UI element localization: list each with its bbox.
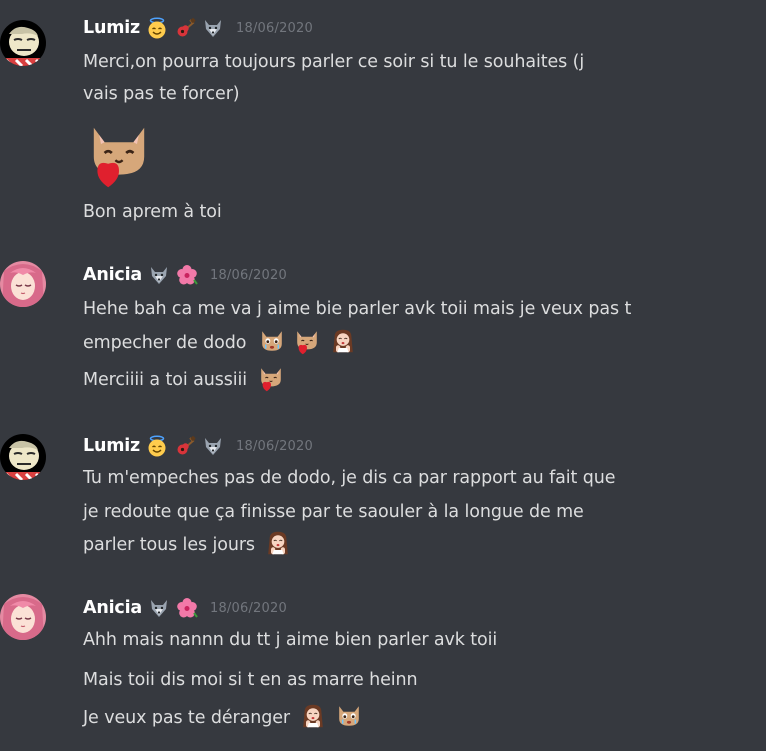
avatar[interactable] [0,594,46,640]
message-text-with-emoji: Je veux pas te déranger [83,702,363,734]
message-group: Lumiz 18/06/2020 Tu m'empeches pas de do… [0,420,766,570]
message-header: Lumiz 18/06/2020 [83,433,313,459]
message-group: Anicia 18/06/2020 Hehe bah ca me va j ai… [0,255,766,405]
message-text: Je veux pas te déranger [83,708,290,728]
message-text: Merciiii a toi aussiii [83,370,248,390]
avatar-image [0,594,46,640]
username[interactable]: Lumiz [83,436,140,456]
girl-shy-emoji-icon[interactable] [299,702,327,730]
message-text-with-emoji: Merciiii a toi aussiii [83,364,285,396]
message-text: parler tous les jours [83,535,255,555]
guitar-icon [174,17,196,39]
girl-shy-emoji-icon[interactable] [329,327,357,355]
timestamp[interactable]: 18/06/2020 [236,21,313,36]
message-group: Anicia 18/06/2020 Ahh mais nannn du tt j… [0,582,766,751]
message-header: Lumiz 18/06/2020 [83,15,313,41]
girl-shy-emoji-icon[interactable] [264,529,292,557]
message-text: Tu m'empeches pas de dodo, je dis ca par… [83,468,616,488]
cat-cry-emoji-icon[interactable] [258,327,286,355]
username[interactable]: Lumiz [83,18,140,38]
timestamp[interactable]: 18/06/2020 [210,268,287,283]
cat-heart-emoji-icon[interactable] [293,327,321,355]
timestamp[interactable]: 18/06/2020 [210,601,287,616]
message-text: Hehe bah ca me va j aime bie parler avk … [83,299,632,319]
message-text: Ahh mais nannn du tt j aime bien parler … [83,630,498,650]
message-group: Lumiz 18/06/2020 Merci,on pourra toujour… [0,0,766,240]
innocent-face-icon [146,17,168,39]
username-badges [146,17,224,39]
username-badges [148,264,198,286]
cat-heart-emoji-icon[interactable] [83,117,155,189]
message-text: je redoute que ça finisse par te saouler… [83,502,584,522]
avatar-image [0,20,46,66]
avatar[interactable] [0,261,46,307]
message-header: Anicia 18/06/2020 [83,595,287,621]
username[interactable]: Anicia [83,265,142,285]
username[interactable]: Anicia [83,598,142,618]
username-badges [146,435,224,457]
cat-heart-emoji-icon[interactable] [257,364,285,392]
wolf-icon [202,17,224,39]
message-text: Mais toii dis moi si t en as marre heinn [83,670,418,690]
message-text-with-emoji: empecher de dodo [83,327,357,359]
message-text-with-emoji: parler tous les jours [83,529,292,561]
hibiscus-icon [176,597,198,619]
avatar[interactable] [0,434,46,480]
wolf-icon [148,264,170,286]
cat-cry-emoji-icon[interactable] [335,702,363,730]
hibiscus-icon [176,264,198,286]
avatar[interactable] [0,20,46,66]
message-header: Anicia 18/06/2020 [83,262,287,288]
innocent-face-icon [146,435,168,457]
avatar-image [0,261,46,307]
message-text: vais pas te forcer) [83,84,240,104]
message-text: empecher de dodo [83,333,247,353]
wolf-icon [148,597,170,619]
username-badges [148,597,198,619]
timestamp[interactable]: 18/06/2020 [236,439,313,454]
message-text: Bon aprem à toi [83,202,222,222]
wolf-icon [202,435,224,457]
message-text: Merci,on pourra toujours parler ce soir … [83,52,585,72]
avatar-image [0,434,46,480]
guitar-icon [174,435,196,457]
